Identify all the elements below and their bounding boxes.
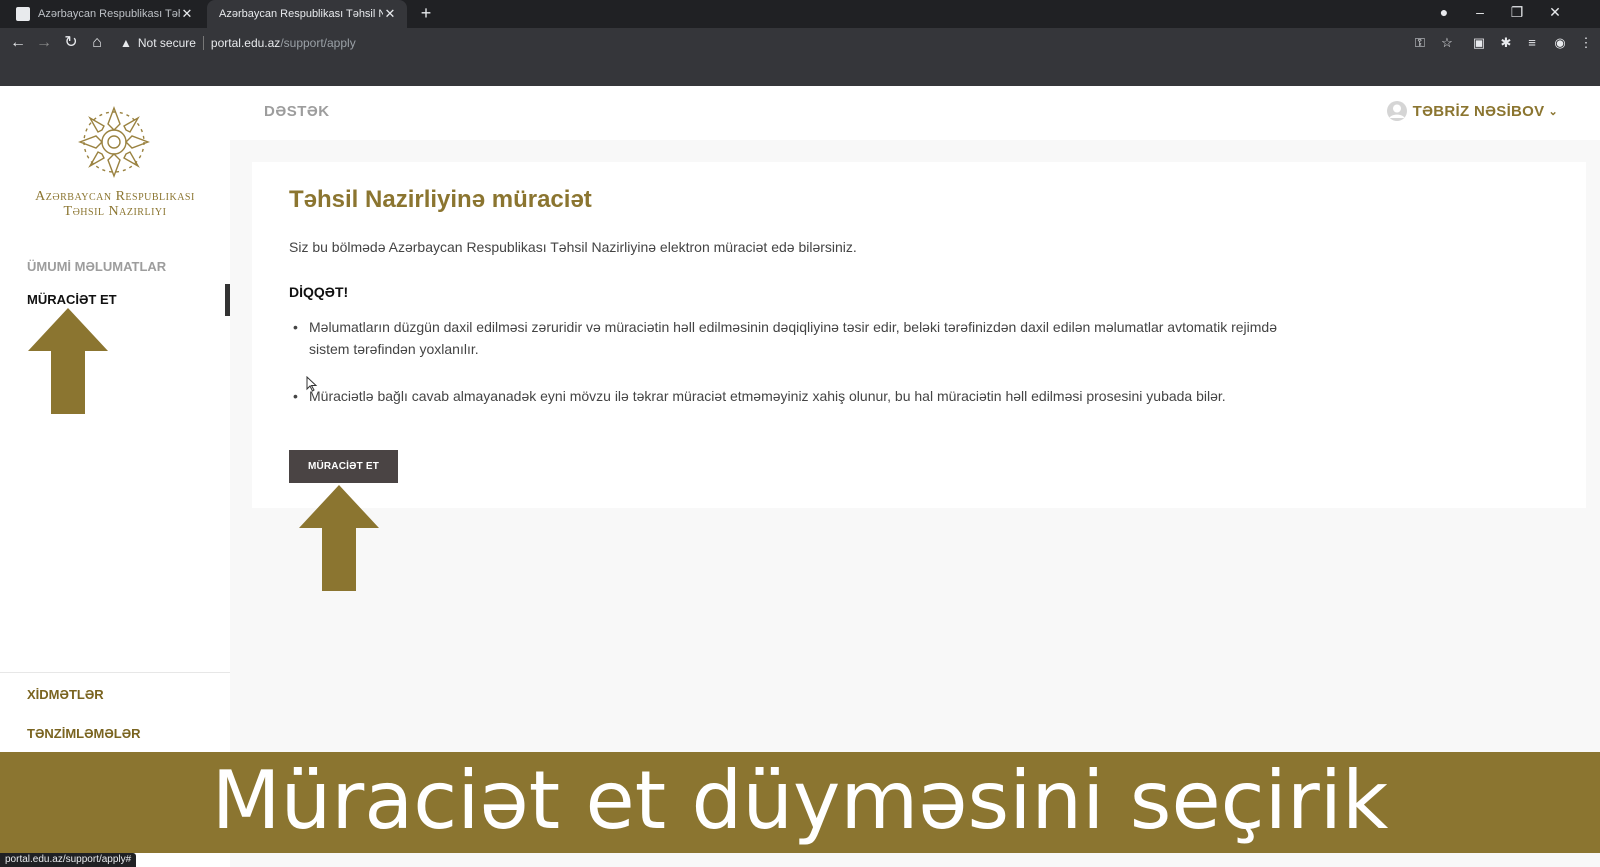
- page-header: DƏSTƏK TƏBRİZ NƏSİBOV ⌄: [230, 86, 1600, 140]
- apply-button[interactable]: MÜRACİƏT ET: [289, 450, 398, 483]
- ministry-name-line1: Azərbaycan Respublikası: [35, 189, 195, 204]
- url-path: /support/apply: [280, 36, 356, 50]
- intro-text: Siz bu bölmədə Azərbaycan Respublikası T…: [289, 239, 857, 255]
- active-indicator: [225, 284, 230, 316]
- close-window-icon[interactable]: ✕: [1545, 4, 1565, 21]
- ministry-name-line2: Təhsil Nazirliyi: [63, 204, 167, 219]
- section-title: DƏSTƏK: [264, 103, 330, 120]
- address-divider: [202, 36, 204, 50]
- minimize-icon[interactable]: –: [1470, 4, 1490, 20]
- sidebar-item-general-info[interactable]: ÜMUMİ MƏLUMATLAR: [27, 259, 166, 274]
- user-name[interactable]: TƏBRİZ NƏSİBOV: [1413, 103, 1545, 120]
- home-icon[interactable]: ⌂: [87, 33, 107, 53]
- sidebar-divider: [0, 672, 230, 673]
- profile-icon[interactable]: ◉: [1550, 33, 1570, 53]
- chevron-down-icon[interactable]: ⌄: [1548, 105, 1558, 118]
- reading-list-icon[interactable]: ≡: [1522, 33, 1542, 53]
- notice-item: Müraciətlə bağlı cavab almayanadək eyni …: [289, 385, 1314, 407]
- notice-item: Məlumatların düzgün daxil edilməsi zərur…: [289, 316, 1314, 360]
- mouse-cursor-icon: [306, 376, 318, 392]
- new-tab-button[interactable]: +: [416, 4, 436, 22]
- ministry-name: Azərbaycan Respublikası Təhsil Nazirliyi: [0, 189, 230, 219]
- content-card: Təhsil Nazirliyinə müraciət Siz bu bölmə…: [252, 162, 1586, 508]
- browser-toolbar: ← → ↻ ⌂ ▲ Not secure portal.edu.az/suppo…: [0, 28, 1600, 58]
- close-tab-icon[interactable]: ✕: [383, 6, 397, 22]
- security-label[interactable]: Not secure: [138, 36, 196, 50]
- back-icon[interactable]: ←: [8, 33, 28, 53]
- extensions-icon[interactable]: ✱: [1496, 33, 1516, 53]
- url-host: portal.edu.az: [210, 36, 281, 50]
- user-menu[interactable]: TƏBRİZ NƏSİBOV ⌄: [1386, 100, 1558, 122]
- browser-tab-bar: Azərbaycan Respublikası Təhsil N ✕ Azərb…: [0, 0, 1600, 28]
- reload-icon[interactable]: ↻: [61, 33, 81, 53]
- sidebar: Azərbaycan Respublikası Təhsil Nazirliyi…: [0, 86, 230, 867]
- warning-icon[interactable]: ▲: [120, 36, 132, 50]
- sidebar-item-apply[interactable]: MÜRACİƏT ET: [27, 292, 117, 307]
- bookmarks-bar: [0, 58, 1600, 86]
- sidebar-item-settings[interactable]: TƏNZİMLƏMƏLƏR: [27, 726, 141, 741]
- tab-title: Azərbaycan Respublikası Təhsil N: [38, 8, 180, 20]
- status-bar-url: portal.edu.az/support/apply#: [0, 853, 137, 867]
- forward-icon[interactable]: →: [34, 33, 54, 53]
- attention-heading: DİQQƏT!: [289, 284, 349, 300]
- button-up-arrow-icon: [299, 485, 379, 591]
- close-tab-icon[interactable]: ✕: [180, 6, 194, 22]
- ministry-emblem-icon: [78, 106, 150, 178]
- address-bar[interactable]: ▲ Not secure portal.edu.az/support/apply: [120, 32, 1460, 54]
- restore-icon[interactable]: ❐: [1507, 4, 1527, 21]
- tab-title: Azərbaycan Respublikası Təhsil N: [219, 8, 383, 20]
- page-title: Təhsil Nazirliyinə müraciət: [289, 186, 592, 213]
- user-avatar-icon: [1386, 101, 1407, 121]
- caption-text: Müraciət et düyməsini seçirik: [211, 753, 1389, 847]
- browser-tab-2[interactable]: Azərbaycan Respublikası Təhsil N ✕: [207, 0, 407, 28]
- tab-search-icon[interactable]: ●: [1434, 4, 1454, 20]
- caption-banner: Müraciət et düyməsini seçirik: [0, 752, 1600, 853]
- star-icon[interactable]: ☆: [1437, 33, 1457, 53]
- sidebar-item-services[interactable]: XİDMƏTLƏR: [27, 687, 104, 702]
- notice-list: Məlumatların düzgün daxil edilməsi zərur…: [289, 316, 1314, 407]
- browser-tab-1[interactable]: Azərbaycan Respublikası Təhsil N ✕: [4, 0, 204, 28]
- menu-icon[interactable]: ⋮: [1576, 33, 1596, 53]
- key-icon[interactable]: ⚿: [1410, 33, 1430, 53]
- site-favicon-icon: [16, 7, 30, 21]
- sidebar-up-arrow-icon: [28, 308, 108, 414]
- translate-icon[interactable]: ▣: [1469, 33, 1489, 53]
